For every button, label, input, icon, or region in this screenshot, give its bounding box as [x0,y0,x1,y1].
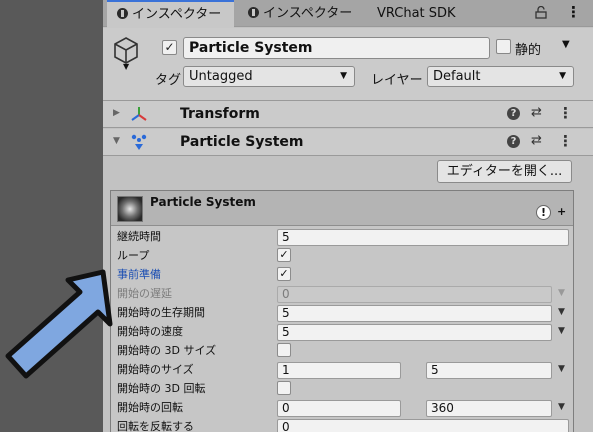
chevron-down-icon: ▼ [340,71,347,81]
lock-icon[interactable] [535,5,547,19]
preset-sliders-icon[interactable]: ⇄ [531,133,542,148]
particle-preview-icon [117,196,143,222]
tab-bar: インスペクター インスペクター VRChat SDK ⋮ [103,0,593,28]
prop-looping-checkbox[interactable]: ✓ [277,248,291,262]
prop-flip-rotation-label: 回転を反転する [117,420,194,432]
component-transform-header[interactable]: ▶ Transform ? ⇄ ⋮ [103,101,593,128]
particle-system-icon [130,133,148,151]
prop-start-lifetime-label: 開始時の生存期間 [117,306,205,319]
static-label: 静的 [515,43,542,58]
object-header: ▼ ✓ Particle System 静的 ▼ タグ Untagged ▼ レ… [103,28,593,101]
prop-3d-start-rotation-label: 開始時の 3D 回転 [117,382,206,395]
chevron-down-icon: ▼ [559,71,566,81]
help-icon[interactable]: ? [507,135,520,148]
prop-3d-start-rotation-checkbox[interactable] [277,381,291,395]
component-title: Transform [180,106,260,122]
prop-duration-label: 継続時間 [117,230,161,243]
transform-axes-icon [130,105,148,123]
particle-main-module: Particle System ! + 継続時間 5 ループ ✓ 事前準備 ✓ … [110,190,574,432]
static-dropdown-arrow-icon[interactable]: ▼ [562,39,570,50]
prop-start-rotation-label: 開始時の回転 [117,401,183,414]
tag-label: タグ [155,73,182,88]
preset-sliders-icon[interactable]: ⇄ [531,105,542,120]
annotation-arrow-icon [5,269,113,379]
info-icon [248,7,259,18]
component-title: Particle System [180,134,304,150]
alert-icon[interactable]: ! [536,205,551,220]
prop-looping-label: ループ [117,249,150,262]
icon-dropdown-arrow-icon[interactable]: ▼ [123,62,129,71]
curve-mode-dropdown-icon[interactable]: ▼ [558,307,565,317]
curve-mode-dropdown-icon[interactable]: ▼ [558,364,565,374]
prop-3d-start-size-checkbox[interactable] [277,343,291,357]
prop-prewarm-checkbox[interactable]: ✓ [277,267,291,281]
prop-start-delay-label: 開始の遅延 [117,287,172,300]
kebab-menu-icon[interactable]: ⋮ [566,3,581,21]
prop-start-size-max-field[interactable]: 5 [426,362,552,379]
gameobject-cube-icon[interactable] [113,36,139,64]
layer-dropdown[interactable]: Default ▼ [427,66,574,87]
static-checkbox[interactable] [496,39,511,54]
prop-start-size-label: 開始時のサイズ [117,363,194,376]
prop-3d-start-size-label: 開始時の 3D サイズ [117,344,217,357]
component-particle-system-header[interactable]: ▼ Particle System ? ⇄ ⋮ [103,129,593,156]
kebab-menu-icon[interactable]: ⋮ [558,132,573,150]
fold-arrow-down-icon[interactable]: ▼ [113,136,120,146]
object-name-field[interactable]: Particle System [183,37,490,59]
prop-duration-field[interactable]: 5 [277,229,569,246]
tab-vrchat-sdk[interactable]: VRChat SDK [377,0,477,27]
prop-start-speed-label: 開始時の速度 [117,325,183,338]
info-icon [117,8,128,19]
prop-prewarm-label: 事前準備 [117,268,161,281]
prop-start-delay-field: 0 [277,286,552,303]
prop-start-rotation-min-field[interactable]: 0 [277,400,401,417]
inspector-panel: インスペクター インスペクター VRChat SDK ⋮ ▼ ✓ Particl… [103,0,593,432]
tab-label: インスペクター [132,7,222,22]
prop-flip-rotation-field[interactable]: 0 [277,419,569,432]
open-editor-button[interactable]: エディターを開く... [437,160,572,183]
layer-value: Default [433,69,481,84]
module-title: Particle System [150,195,256,209]
prop-start-speed-field[interactable]: 5 [277,324,552,341]
fold-arrow-right-icon[interactable]: ▶ [113,108,120,118]
help-icon[interactable]: ? [507,107,520,120]
active-checkbox[interactable]: ✓ [162,40,177,55]
scrollbar[interactable] [576,190,593,432]
tab-label: VRChat SDK [377,6,456,21]
curve-mode-dropdown-icon[interactable]: ▼ [558,402,565,412]
kebab-menu-icon[interactable]: ⋮ [558,104,573,122]
module-header[interactable]: Particle System ! + [111,191,573,226]
prop-start-lifetime-field[interactable]: 5 [277,305,552,322]
tab-inspector-2[interactable]: インスペクター [246,0,371,27]
add-module-icon[interactable]: + [557,205,566,218]
prop-start-size-min-field[interactable]: 1 [277,362,401,379]
curve-mode-dropdown-icon[interactable]: ▼ [558,326,565,336]
layer-label: レイヤー [371,73,423,88]
tag-value: Untagged [189,69,253,84]
tab-inspector-1[interactable]: インスペクター [107,0,234,28]
tag-dropdown[interactable]: Untagged ▼ [183,66,355,87]
curve-mode-dropdown-icon: ▼ [558,288,565,298]
prop-start-rotation-max-field[interactable]: 360 [426,400,552,417]
tab-label: インスペクター [263,6,353,21]
